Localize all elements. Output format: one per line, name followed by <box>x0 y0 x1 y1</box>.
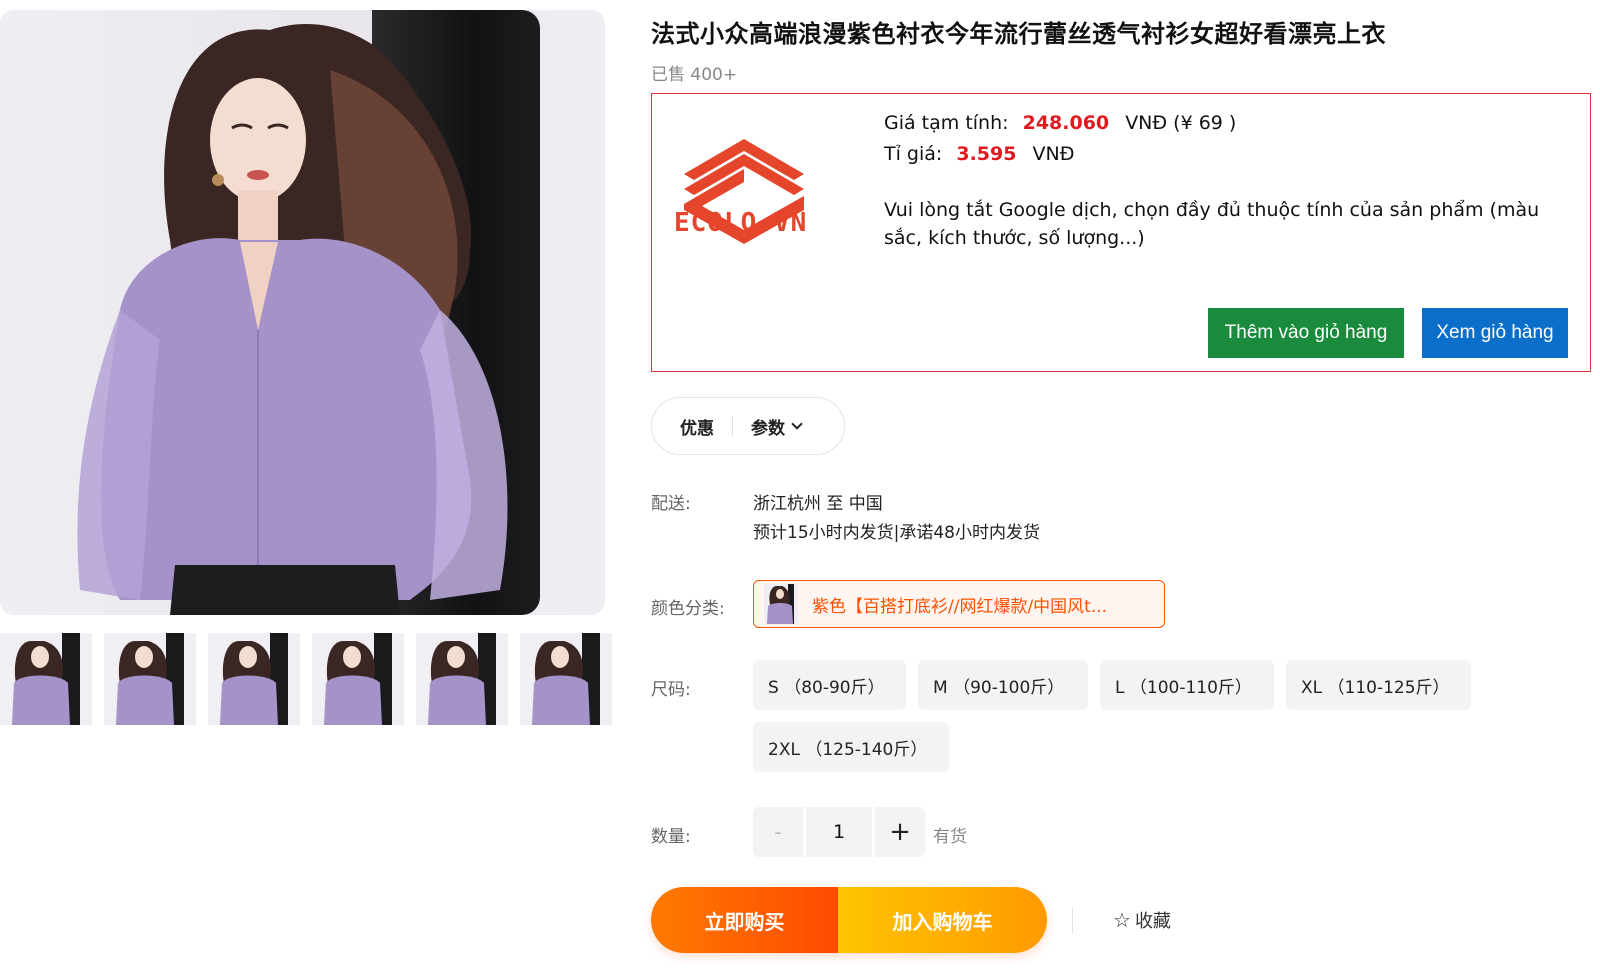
thumbnail-image <box>208 633 300 725</box>
size-option-s[interactable]: S （80-90斤） <box>753 660 906 710</box>
info-tabs: 优惠 参数 <box>651 397 845 455</box>
tab-divider <box>732 416 733 436</box>
action-divider <box>1072 908 1073 934</box>
main-product-image[interactable] <box>0 10 605 615</box>
thumbnail-5[interactable] <box>416 633 508 725</box>
model-figure <box>77 24 508 615</box>
size-option-m[interactable]: M （90-100斤） <box>918 660 1088 710</box>
buy-now-button[interactable]: 立即购买 <box>651 887 838 953</box>
quantity-label: 数量: <box>651 827 691 847</box>
favorite-label: 收藏 <box>1134 911 1171 932</box>
exchange-rate-label: Tỉ giá: <box>884 143 943 165</box>
thumbnail-1[interactable] <box>0 633 92 725</box>
size-option-l[interactable]: L （100-110斤） <box>1100 660 1274 710</box>
color-option-label: 紫色【百搭打底衫//网红爆款/中国风t... <box>812 596 1108 617</box>
thumbnail-image <box>0 633 92 725</box>
size-option-xl[interactable]: XL （110-125斤） <box>1286 660 1471 710</box>
chevron-down-icon <box>791 417 803 430</box>
add-to-cart-button[interactable]: 加入购物车 <box>838 887 1047 953</box>
quantity-input[interactable]: 1 <box>806 807 872 857</box>
stock-status: 有货 <box>933 827 967 847</box>
shipping-label: 配送: <box>651 494 691 514</box>
thumbnail-image <box>520 633 612 725</box>
thumbnail-strip <box>0 633 620 725</box>
shipping-eta: 预计15小时内发货|承诺48小时内发货 <box>753 523 1040 543</box>
estimated-price-label: Giá tạm tính: <box>884 112 1009 134</box>
thumbnail-image <box>312 633 404 725</box>
color-option-purple[interactable]: 紫色【百搭打底衫//网红爆款/中国风t... <box>753 580 1165 628</box>
tab-params[interactable]: 参数 <box>751 414 803 439</box>
add-to-cart-vn-button[interactable]: Thêm vào giỏ hàng <box>1208 308 1404 358</box>
color-label: 颜色分类: <box>651 599 725 619</box>
shipping-route: 浙江杭州 至 中国 <box>753 494 883 514</box>
exchange-rate-line: Tỉ giá: 3.595 VNĐ <box>884 143 1074 165</box>
favorite-button[interactable]: ☆ 收藏 <box>1113 907 1171 933</box>
sold-count: 已售 400+ <box>651 65 738 85</box>
ecolo-instruction-note: Vui lòng tắt Google dịch, chọn đầy đủ th… <box>884 199 1540 249</box>
exchange-rate-value: 3.595 <box>956 143 1017 165</box>
ecolo-logo-text: ECOLO.VN <box>674 208 808 238</box>
quantity-increase-button[interactable]: + <box>875 807 925 857</box>
purchase-button-group: 立即购买 加入购物车 <box>651 887 1047 953</box>
thumbnail-image <box>104 633 196 725</box>
thumbnail-2[interactable] <box>104 633 196 725</box>
color-swatch-image <box>764 584 798 624</box>
product-title: 法式小众高端浪漫紫色衬衣今年流行蕾丝透气衬衫女超好看漂亮上衣 <box>651 20 1386 48</box>
quantity-decrease-button[interactable]: - <box>753 807 803 857</box>
tab-params-label: 参数 <box>751 418 785 439</box>
thumbnail-4[interactable] <box>312 633 404 725</box>
star-icon: ☆ <box>1113 908 1131 932</box>
estimated-price-line: Giá tạm tính: 248.060 VNĐ (¥ 69 ) <box>884 112 1236 134</box>
tab-discount[interactable]: 优惠 <box>680 414 714 439</box>
thumbnail-image <box>416 633 508 725</box>
estimated-price-suffix: VNĐ (¥ 69 ) <box>1125 112 1237 134</box>
ecolo-price-panel: ECOLO.VN Giá tạm tính: 248.060 VNĐ (¥ 69… <box>651 93 1591 372</box>
size-option-2xl[interactable]: 2XL （125-140斤） <box>753 722 949 772</box>
exchange-rate-suffix: VNĐ <box>1032 143 1075 165</box>
thumbnail-3[interactable] <box>208 633 300 725</box>
thumbnail-6[interactable] <box>520 633 612 725</box>
color-swatch-figure <box>767 584 794 624</box>
view-cart-button[interactable]: Xem giỏ hàng <box>1422 308 1568 358</box>
size-label: 尺码: <box>651 680 691 700</box>
estimated-price-value: 248.060 <box>1022 112 1110 134</box>
